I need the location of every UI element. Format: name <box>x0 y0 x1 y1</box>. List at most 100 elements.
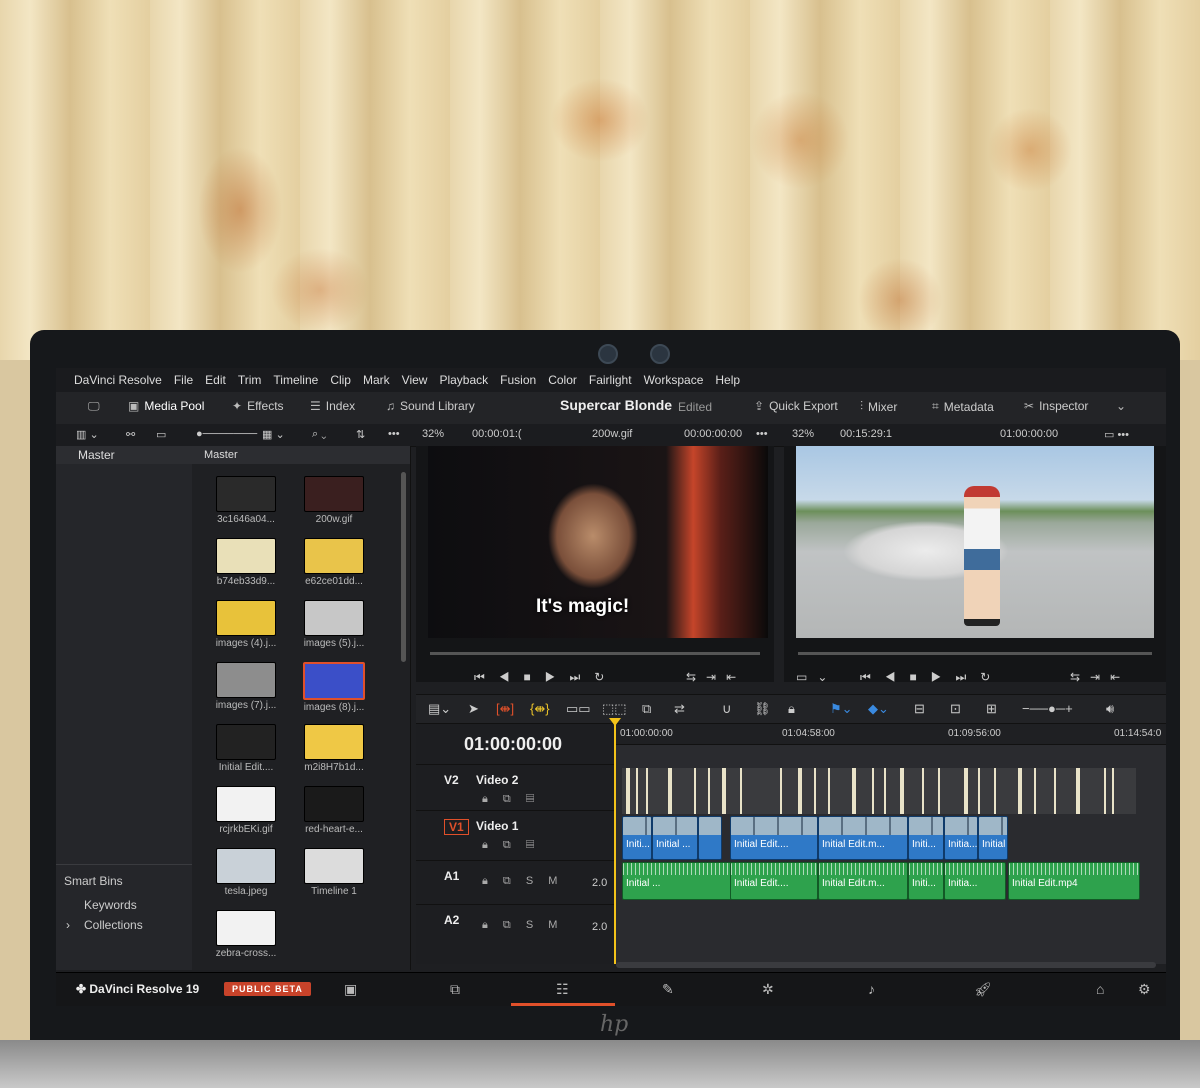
smart-bin-collections[interactable]: › Collections <box>66 918 143 932</box>
v2-clip-segment[interactable] <box>1018 768 1022 814</box>
media-pool-clip[interactable]: red-heart-e... <box>294 786 374 835</box>
timeline-mark-controls[interactable]: ⇆⇥⇤ <box>1070 670 1130 684</box>
track-controls[interactable]: 🔒︎ ⧉ ▤ <box>482 839 540 852</box>
track-header-a2[interactable]: A2 🔒︎ ⧉ S M 2.0 <box>416 904 616 951</box>
media-pool-clip[interactable]: tesla.jpeg <box>206 848 286 897</box>
v2-clip-segment[interactable] <box>814 768 816 814</box>
zoom-full-icon[interactable]: ⊟ <box>914 701 925 717</box>
color-page-icon[interactable]: ✲ <box>762 981 774 998</box>
mixer-button[interactable]: ⫶ Mixer <box>860 399 897 414</box>
audio-clip[interactable]: Initial Edit.mp4 <box>1008 862 1140 900</box>
source-zoom[interactable]: 32% <box>422 428 444 440</box>
snapping-icon[interactable]: ∪ <box>722 701 732 717</box>
media-pool-clip[interactable]: b74eb33d9... <box>206 538 286 587</box>
track-id[interactable]: A2 <box>444 913 459 927</box>
v2-clip-segment[interactable] <box>722 768 726 814</box>
menu-item[interactable]: Fusion <box>500 373 536 387</box>
grid-view-icon[interactable]: ▦ ⌄ <box>262 428 285 441</box>
video-clip[interactable]: Initial ... <box>652 816 698 860</box>
v2-clip-segment[interactable] <box>668 768 672 814</box>
link-clips-icon[interactable]: ⛓ <box>754 701 771 717</box>
v2-clip-segment[interactable] <box>1104 768 1106 814</box>
video-clip[interactable]: Initi... <box>908 816 944 860</box>
v2-clip-segment[interactable] <box>938 768 940 814</box>
track-controls[interactable]: 🔒︎ ⧉ S M <box>482 919 563 932</box>
thumbnail-size-slider[interactable]: ●─────── <box>196 428 257 440</box>
menu-item[interactable]: Help <box>715 373 740 387</box>
effects-button[interactable]: ✦ Effects <box>232 399 284 413</box>
track-id[interactable]: V2 <box>444 773 459 787</box>
overwrite-clip-icon[interactable]: ⧉ <box>642 701 651 717</box>
v2-clip-segment[interactable] <box>636 768 638 814</box>
media-pool-clip[interactable]: Initial Edit.... <box>206 724 286 773</box>
media-pool-clip[interactable]: images (5).j... <box>294 600 374 649</box>
menu-item[interactable]: Playback <box>439 373 488 387</box>
media-pool-button[interactable]: ▣ Media Pool <box>128 399 204 413</box>
menu-item[interactable]: File <box>174 373 193 387</box>
v2-clip-segment[interactable] <box>1034 768 1036 814</box>
media-pool-scrollbar[interactable] <box>401 472 406 662</box>
edit-page-icon[interactable]: ☷ <box>556 981 569 998</box>
menu-item[interactable]: Timeline <box>273 373 318 387</box>
fusion-page-icon[interactable]: ✎ <box>662 981 674 998</box>
v2-clip-segment[interactable] <box>1112 768 1114 814</box>
source-more-icon[interactable]: ••• <box>756 428 768 440</box>
timeline-scrollbar[interactable] <box>616 962 1156 968</box>
source-mark-controls[interactable]: ⇆⇥⇤ <box>686 670 746 684</box>
track-id[interactable]: A1 <box>444 869 459 883</box>
workspace-layout-button[interactable]: 🖵 <box>88 399 100 414</box>
home-icon[interactable]: ⌂ <box>1096 981 1104 997</box>
video-clip[interactable]: Initial Edit.mp4 <box>978 816 1008 860</box>
media-pool-clip[interactable]: rcjrkbEKi.gif <box>206 786 286 835</box>
timeline-scrubber[interactable] <box>798 652 1152 655</box>
timeline-transport-controls[interactable]: ⏮◀■▶⏭↻ <box>860 670 1004 685</box>
media-pool-clip[interactable]: 3c1646a04... <box>206 476 286 525</box>
volume-icon[interactable]: 🔊︎ <box>1106 701 1114 717</box>
menu-item[interactable]: Clip <box>330 373 351 387</box>
media-pool-clip[interactable]: e62ce01dd... <box>294 538 374 587</box>
timeline-zoom[interactable]: 32% <box>792 428 814 440</box>
track-header-v1[interactable]: V1 Video 1 🔒︎ ⧉ ▤ <box>416 810 616 857</box>
v2-clip-segment[interactable] <box>922 768 924 814</box>
v2-clip-segment[interactable] <box>872 768 874 814</box>
source-scrubber[interactable] <box>430 652 760 655</box>
v2-clip-segment[interactable] <box>740 768 742 814</box>
media-pool-clip[interactable]: m2i8H7b1d... <box>294 724 374 773</box>
menu-item[interactable]: Workspace <box>644 373 704 387</box>
video-clip[interactable] <box>698 816 722 860</box>
master-bin[interactable]: Master <box>56 446 192 464</box>
lock-icon[interactable]: 🔒︎ <box>788 701 795 717</box>
audio-clip[interactable]: Initial Edit.m... <box>818 862 908 900</box>
media-pool-clip[interactable]: Timeline 1 <box>294 848 374 897</box>
zoom-detail-icon[interactable]: ⊡ <box>950 701 961 717</box>
audio-clip[interactable]: Initial ... <box>622 862 732 900</box>
menu-item[interactable]: Color <box>548 373 577 387</box>
timeline-ruler[interactable]: 01:00:00:00 01:04:58:00 01:09:56:00 01:1… <box>616 724 1166 745</box>
cut-page-icon[interactable]: ⧉ <box>450 981 460 998</box>
blade-tool-icon[interactable]: ▭▭ <box>566 701 591 717</box>
v2-clip-segment[interactable] <box>708 768 710 814</box>
more-icon[interactable]: ••• <box>388 428 400 440</box>
panel-toggle-icon[interactable]: ▥ ⌄ <box>76 428 99 441</box>
fairlight-page-icon[interactable]: ♪ <box>868 981 875 997</box>
marker-icon[interactable]: ◆⌄ <box>868 701 889 717</box>
v2-clip-segment[interactable] <box>798 768 802 814</box>
zoom-custom-icon[interactable]: ⊞ <box>986 701 997 717</box>
trim-tool-icon[interactable]: [⇼] <box>496 701 514 717</box>
zoom-slider[interactable]: −──●─+ <box>1022 701 1073 716</box>
v2-clip-segment[interactable] <box>626 768 630 814</box>
v2-clip-segment[interactable] <box>884 768 886 814</box>
timeline-options-icon[interactable]: ▤⌄ <box>428 701 451 717</box>
sound-library-button[interactable]: ♫ Sound Library <box>386 399 475 413</box>
v2-clip-segment[interactable] <box>900 768 904 814</box>
link-icon[interactable]: ⚯ <box>126 428 135 441</box>
crop-tool-icon[interactable]: ▭⌄ <box>796 670 837 684</box>
quick-export-button[interactable]: ⇪ Quick Export <box>754 399 838 413</box>
flag-icon[interactable]: ⚑⌄ <box>830 701 853 717</box>
track-header-a1[interactable]: A1 🔒︎ ⧉ S M 2.0 <box>416 860 616 907</box>
track-id[interactable]: V1 <box>444 819 469 835</box>
smart-bin-keywords[interactable]: Keywords <box>84 898 137 912</box>
track-controls[interactable]: 🔒︎ ⧉ S M <box>482 875 563 888</box>
menu-item[interactable]: Edit <box>205 373 226 387</box>
v2-clip-segment[interactable] <box>780 768 782 814</box>
